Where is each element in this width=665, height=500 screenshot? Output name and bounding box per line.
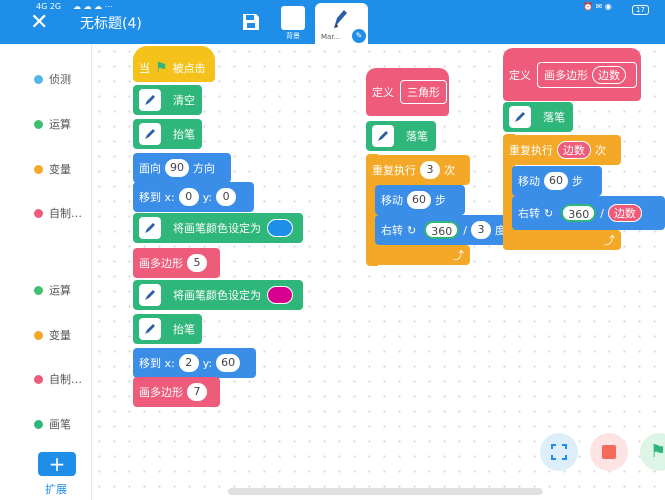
pen-down-block[interactable]: 落笔 bbox=[503, 102, 573, 132]
pen-icon bbox=[139, 318, 161, 340]
category-operators-2[interactable]: 运算 bbox=[34, 282, 71, 298]
pen-down-block[interactable]: 抬笔 bbox=[133, 119, 202, 149]
sides-input[interactable]: 5 bbox=[187, 254, 207, 272]
y-input[interactable]: 0 bbox=[216, 188, 237, 206]
category-operators[interactable]: 运算 bbox=[34, 116, 71, 132]
project-title[interactable]: 无标题(4) bbox=[80, 13, 142, 33]
fullscreen-icon bbox=[551, 444, 567, 460]
define-triangle-block[interactable]: 定义 三角形 bbox=[366, 68, 449, 116]
pen-icon bbox=[139, 284, 161, 306]
clock-icon: ⏰ ✉ ◉ bbox=[583, 2, 612, 11]
steps-input[interactable]: 60 bbox=[544, 172, 568, 190]
repeat-end: ⤴ bbox=[503, 230, 621, 250]
category-variables[interactable]: 变量 bbox=[34, 161, 71, 177]
draw-polygon-block[interactable]: 画多边形 7 bbox=[133, 377, 220, 407]
repeat-block[interactable]: 重复执行 3 次 bbox=[366, 155, 470, 185]
background-thumbnail bbox=[281, 6, 305, 30]
denominator-input[interactable]: 3 bbox=[470, 221, 491, 239]
custom-block-name: 三角形 bbox=[400, 80, 447, 104]
edit-sprite-icon[interactable]: ✎ bbox=[352, 29, 366, 43]
save-icon[interactable] bbox=[241, 12, 261, 32]
repeat-end: ⤴ bbox=[366, 245, 470, 265]
set-pen-color-block[interactable]: 将画笔颜色设定为 bbox=[133, 280, 303, 310]
goto-xy-block[interactable]: 移到 x: 2 y: 60 bbox=[133, 348, 256, 378]
repeat-block[interactable]: 重复执行 边数 次 bbox=[503, 135, 621, 165]
color-picker[interactable] bbox=[267, 286, 293, 304]
fullscreen-button[interactable] bbox=[540, 433, 578, 471]
stop-button[interactable] bbox=[590, 433, 628, 471]
top-bar: 4G 2G ☁ ☁ ☁ ⋯ ⏰ ✉ ◉ 17 ✕ 无标题(4) 背景 Mar..… bbox=[0, 0, 665, 44]
pen-up-block[interactable]: 抬笔 bbox=[133, 314, 202, 344]
rotate-right-icon: ↻ bbox=[407, 223, 417, 237]
pen-icon bbox=[372, 125, 394, 147]
when-flag-clicked-block[interactable]: 当 ⚑ 被点击 bbox=[133, 46, 215, 82]
extension-label: 扩展 bbox=[45, 483, 67, 496]
repeat-count-input[interactable]: 3 bbox=[420, 161, 440, 179]
rotate-right-icon: ↻ bbox=[544, 206, 554, 220]
green-flag-icon: ⚑ bbox=[155, 60, 168, 76]
division-operator[interactable]: 360 bbox=[561, 204, 597, 222]
tab-sprite-label: Mar... bbox=[321, 33, 341, 41]
param-sides[interactable]: 边数 bbox=[607, 204, 642, 222]
tab-background-label: 背景 bbox=[286, 32, 300, 40]
add-extension-button[interactable]: + bbox=[38, 452, 76, 476]
category-dot bbox=[34, 330, 43, 340]
goto-xy-block[interactable]: 移到 x: 0 y: 0 bbox=[133, 182, 254, 212]
category-dot bbox=[34, 374, 43, 384]
category-dot bbox=[34, 74, 43, 84]
category-pen[interactable]: 画笔 bbox=[34, 416, 71, 432]
category-variables-2[interactable]: 变量 bbox=[34, 327, 71, 343]
left-strip bbox=[0, 44, 22, 500]
category-dot bbox=[34, 285, 43, 295]
move-steps-block[interactable]: 移动 60 步 bbox=[512, 166, 602, 196]
direction-input[interactable]: 90 bbox=[165, 159, 189, 177]
turn-right-block[interactable]: 右转 ↻ 360 / 边数 bbox=[512, 196, 665, 230]
category-dot bbox=[34, 119, 43, 129]
x-input[interactable]: 0 bbox=[178, 188, 199, 206]
green-flag-icon: ⚑ bbox=[650, 441, 665, 462]
horizontal-scrollbar[interactable] bbox=[228, 488, 543, 495]
category-sensing[interactable]: 侦测 bbox=[34, 71, 71, 87]
pen-icon bbox=[509, 106, 531, 128]
marker-sprite-icon bbox=[334, 10, 347, 28]
y-input[interactable]: 60 bbox=[216, 354, 241, 372]
pen-down-block[interactable]: 落笔 bbox=[366, 121, 436, 151]
battery-indicator: 17 bbox=[632, 5, 649, 15]
sides-input[interactable]: 7 bbox=[187, 383, 207, 401]
param-sides[interactable]: 边数 bbox=[592, 65, 626, 84]
point-direction-block[interactable]: 面向 90 方向 bbox=[133, 153, 231, 183]
category-dot bbox=[34, 419, 43, 429]
color-picker[interactable] bbox=[267, 219, 293, 237]
loop-arrow-icon: ⤴ bbox=[453, 249, 464, 262]
clear-block[interactable]: 清空 bbox=[133, 85, 202, 115]
tab-sprite-marker[interactable]: Mar... ✎ bbox=[315, 3, 368, 44]
category-dot bbox=[34, 164, 43, 174]
division-operator[interactable]: 360 bbox=[424, 221, 460, 239]
pen-icon bbox=[139, 89, 161, 111]
close-icon[interactable]: ✕ bbox=[30, 12, 52, 34]
pen-icon bbox=[139, 217, 161, 239]
steps-input[interactable]: 60 bbox=[407, 191, 431, 209]
category-my-blocks[interactable]: 自制… bbox=[34, 205, 82, 221]
category-dot bbox=[34, 208, 43, 218]
define-polygon-block[interactable]: 定义 画多边形 边数 bbox=[503, 48, 641, 101]
loop-arrow-icon: ⤴ bbox=[604, 234, 615, 247]
move-steps-block[interactable]: 移动 60 步 bbox=[375, 185, 465, 215]
tab-background[interactable]: 背景 bbox=[278, 3, 308, 43]
notification-icons: ☁ ☁ ☁ ⋯ bbox=[73, 2, 113, 11]
draw-polygon-block[interactable]: 画多边形 5 bbox=[133, 248, 220, 278]
custom-block-name: 画多边形 边数 bbox=[537, 61, 637, 88]
param-sides[interactable]: 边数 bbox=[557, 141, 591, 159]
x-input[interactable]: 2 bbox=[178, 354, 199, 372]
category-my-blocks-2[interactable]: 自制… bbox=[34, 371, 82, 387]
set-pen-color-block[interactable]: 将画笔颜色设定为 bbox=[133, 213, 303, 243]
stop-icon bbox=[602, 445, 616, 459]
pen-icon bbox=[139, 123, 161, 145]
